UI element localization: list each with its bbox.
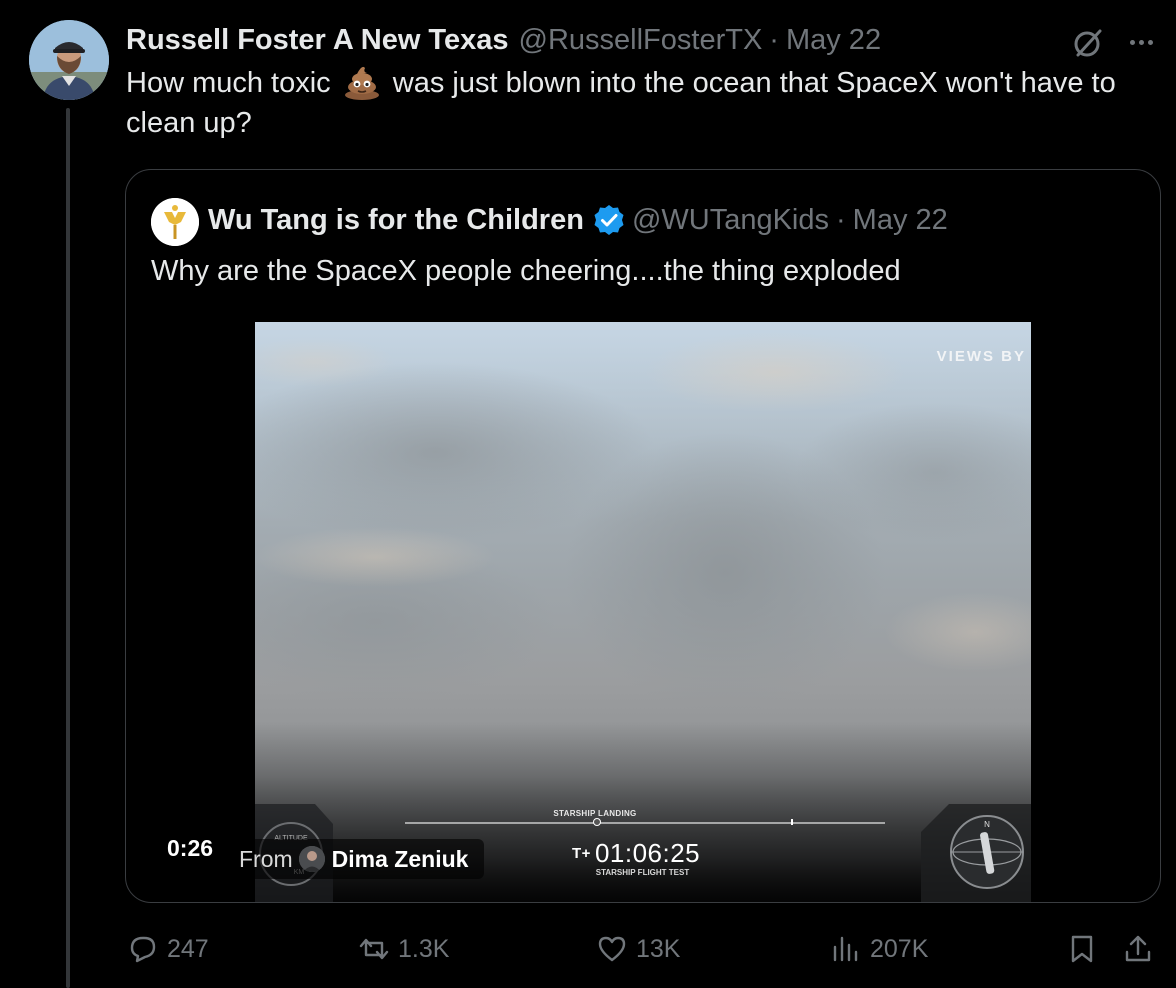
- compass-gauge: N: [921, 804, 1031, 902]
- quoted-date[interactable]: May 22: [853, 204, 948, 236]
- landing-label: STARSHIP LANDING: [553, 809, 637, 818]
- quoted-meta-separator: ·: [836, 203, 846, 236]
- repost-count: 1.3K: [398, 934, 450, 963]
- more-icon[interactable]: [1124, 25, 1158, 59]
- views-button[interactable]: 207K: [830, 925, 928, 973]
- source-name[interactable]: Dima Zeniuk: [332, 846, 469, 873]
- pile-of-poo-emoji: [344, 66, 379, 100]
- reply-count: 247: [167, 934, 209, 963]
- tweet-date[interactable]: May 22: [786, 24, 881, 56]
- author-meta: @RussellFosterTX · May 22: [519, 24, 882, 57]
- reply-button[interactable]: 247: [127, 925, 209, 973]
- thread-line: [66, 108, 70, 988]
- action-bar: 247 1.3K 13K 207K: [0, 925, 1176, 973]
- video-watermark: VIEWS BY: [936, 348, 1026, 365]
- quoted-author-name[interactable]: Wu Tang is for the Children: [208, 204, 584, 237]
- repost-icon: [359, 938, 389, 960]
- mission-clock-value: 01:06:25: [594, 838, 701, 868]
- tweet-text: How much toxic was just blown into the o…: [126, 63, 1156, 143]
- from-label: From: [239, 845, 293, 872]
- like-count: 13K: [636, 934, 681, 963]
- share-icon: [1125, 935, 1151, 962]
- bookmark-icon: [1071, 935, 1093, 963]
- source-avatar: [298, 846, 325, 872]
- quoted-header: Wu Tang is for the Children @WUTangKids ·…: [208, 200, 948, 240]
- quoted-meta: @WUTangKids · May 22: [632, 204, 948, 237]
- progress-marker: [593, 818, 601, 826]
- repost-button[interactable]: 1.3K: [358, 925, 449, 973]
- quoted-text: Why are the SpaceX people cheering....th…: [151, 255, 901, 287]
- meta-separator: ·: [769, 23, 779, 56]
- flight-test-label: STARSHIP FLIGHT TEST: [595, 868, 690, 877]
- compass-north-label: N: [984, 820, 990, 829]
- author-avatar[interactable]: [29, 20, 109, 100]
- tweet-header: Russell Foster A New Texas @RussellFoste…: [126, 22, 881, 58]
- mission-clock-prefix: T+: [572, 845, 591, 862]
- like-icon: [598, 936, 626, 962]
- video-source-badge[interactable]: From Dima Zeniuk: [227, 839, 485, 879]
- like-button[interactable]: 13K: [596, 925, 680, 973]
- share-button[interactable]: [1122, 925, 1162, 973]
- reply-icon: [130, 936, 156, 963]
- mission-progress-bar: [405, 818, 885, 826]
- grok-icon[interactable]: [1070, 25, 1106, 61]
- video-player[interactable]: VIEWS BY ALTITUDE KM N STARSHIP LANDING …: [255, 322, 1031, 902]
- author-handle[interactable]: @RussellFosterTX: [519, 24, 763, 56]
- video-duration: 0:26: [167, 835, 214, 861]
- verified-icon[interactable]: [592, 203, 626, 237]
- quoted-handle[interactable]: @WUTangKids: [632, 204, 829, 236]
- tweet-text-part-1: How much toxic: [126, 67, 331, 99]
- landing-tick: [791, 819, 793, 825]
- bookmark-button[interactable]: [1066, 925, 1106, 973]
- views-icon: [833, 936, 858, 962]
- view-count: 207K: [870, 934, 929, 963]
- quoted-tweet[interactable]: Wu Tang is for the Children @WUTangKids ·…: [125, 169, 1161, 903]
- quoted-author-avatar[interactable]: [151, 198, 199, 246]
- author-name[interactable]: Russell Foster A New Texas: [126, 24, 509, 57]
- mission-clock: T+ 01:06:25: [572, 838, 700, 869]
